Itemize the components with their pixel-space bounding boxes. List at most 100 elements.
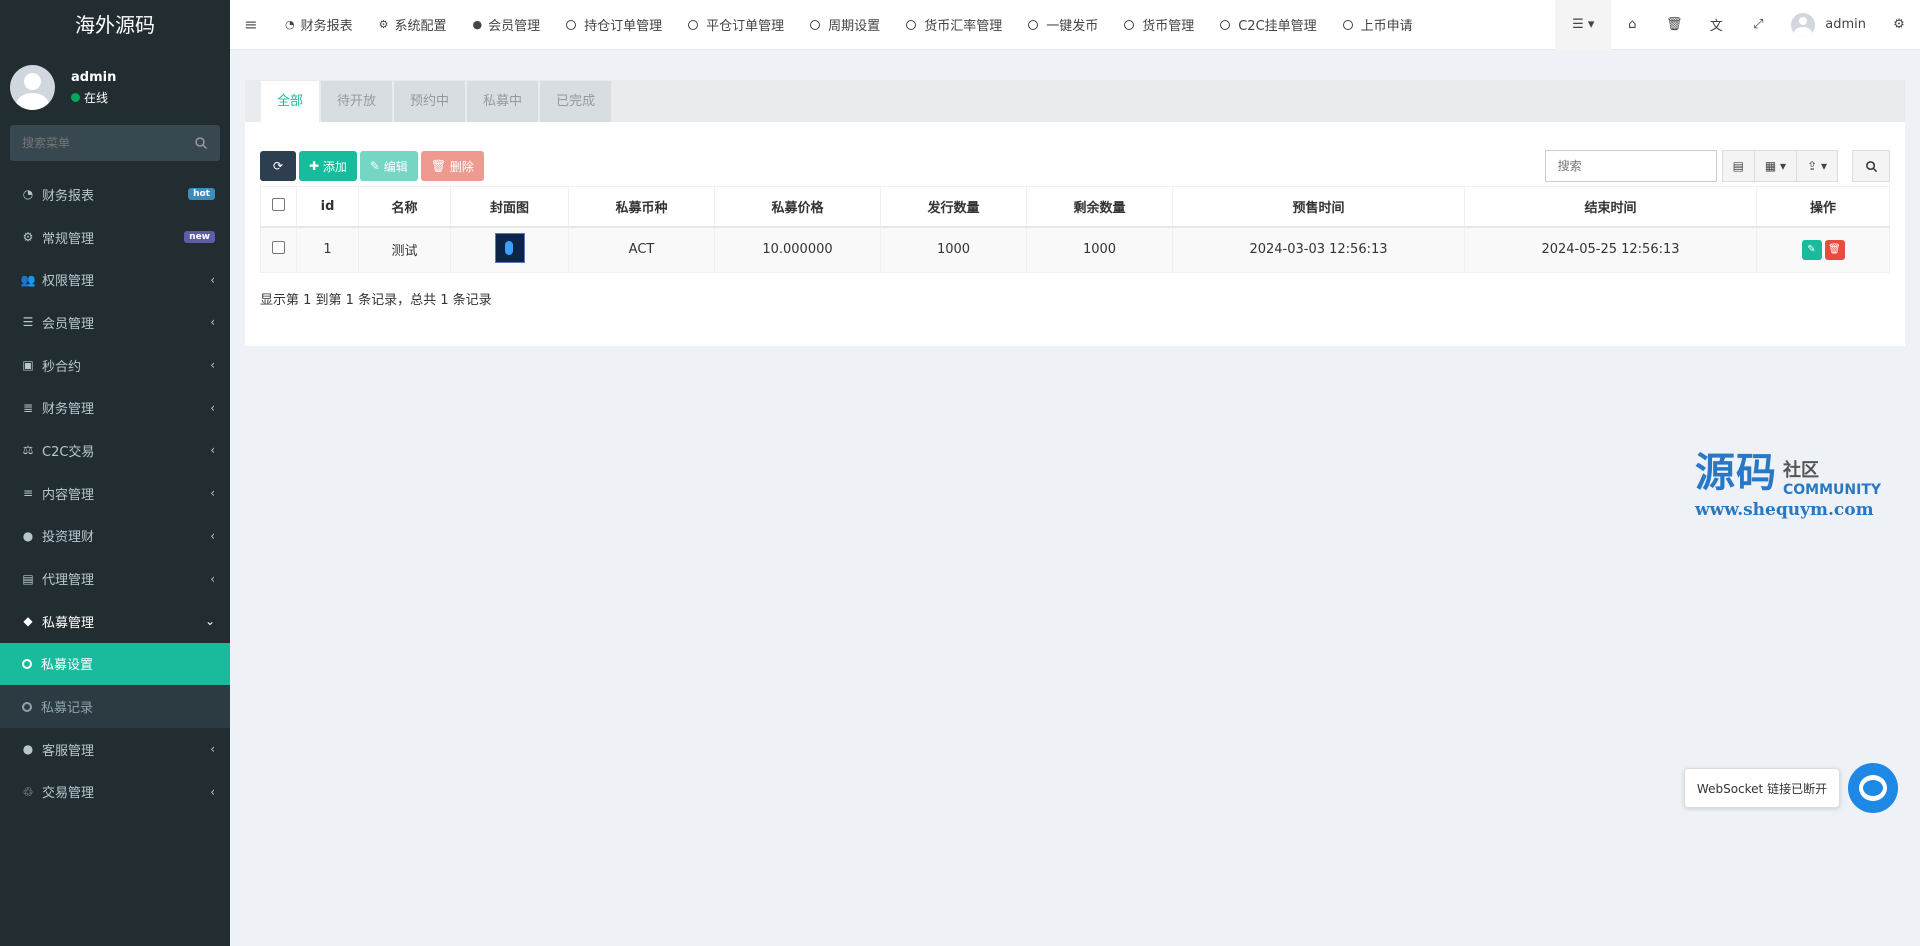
sidebar-item-trade[interactable]: ♲ 交易管理 ‹ <box>0 771 230 814</box>
topnav-open-orders[interactable]: 持仓订单管理 <box>553 0 675 50</box>
topnav-listing-apply[interactable]: 上币申请 <box>1330 0 1426 50</box>
tab-pending[interactable]: 待开放 <box>321 81 393 122</box>
sidebar: 海外源码 admin 在线 ◔ 财务报表 hot ⚙ 常规管理 new 👥 权限… <box>0 0 230 946</box>
topnav-period[interactable]: 周期设置 <box>797 0 893 50</box>
col-cover[interactable]: 封面图 <box>450 186 569 228</box>
row-checkbox[interactable] <box>272 241 285 255</box>
watermark-logo: 源码 社区 COMMUNITY www.shequym.com <box>1695 440 1881 520</box>
trash-icon: 🗑 <box>1828 244 1841 256</box>
topnav-c2c-orders[interactable]: C2C挂单管理 <box>1207 0 1329 50</box>
topnav-currency[interactable]: 货币管理 <box>1111 0 1207 50</box>
trash-icon: 🗑 <box>430 159 447 173</box>
settings-icon[interactable]: ⚙ <box>1878 0 1920 50</box>
chevron-down-icon: ⌄ <box>204 614 215 629</box>
sidebar-item-finance-report[interactable]: ◔ 财务报表 hot <box>0 173 230 216</box>
top-right-tools: ☰ ▾ ⌂ 🗑 文 ⤢ admin ⚙ <box>1555 0 1920 50</box>
col-coin[interactable]: 私募币种 <box>568 186 715 228</box>
dashboard-icon: ◔ <box>285 18 295 31</box>
avatar <box>10 65 55 110</box>
language-icon[interactable]: 文 <box>1695 0 1737 50</box>
chat-button[interactable] <box>1848 763 1898 813</box>
circle-icon <box>810 19 821 30</box>
sidebar-menu: ◔ 财务报表 hot ⚙ 常规管理 new 👥 权限管理 ‹ ☰ 会员管理 ‹ … <box>0 173 230 813</box>
edit-button[interactable]: ✎ 编辑 <box>359 151 418 181</box>
nav-dropdown-icon[interactable]: ☰ ▾ <box>1555 0 1612 50</box>
sidebar-item-agent[interactable]: ▤ 代理管理 ‹ <box>0 557 230 600</box>
sidebar-subitem-private-settings[interactable]: 私募设置 <box>0 642 230 686</box>
cell-operate: ✎ 🗑 <box>1756 226 1890 273</box>
topnav-issue-coin[interactable]: 一键发币 <box>1015 0 1111 50</box>
sidebar-item-general[interactable]: ⚙ 常规管理 new <box>0 216 230 259</box>
fullscreen-icon[interactable]: ⤢ <box>1737 0 1779 50</box>
toggle-view-button[interactable]: ▤ <box>1721 150 1755 182</box>
sidebar-item-content[interactable]: ≡ 内容管理 ‹ <box>0 472 230 515</box>
col-name[interactable]: 名称 <box>358 186 451 228</box>
col-id[interactable]: id <box>296 186 359 228</box>
topnav-finance-report[interactable]: ◔ 财务报表 <box>272 0 366 50</box>
sidebar-item-member[interactable]: ☰ 会员管理 ‹ <box>0 301 230 344</box>
tab-placing[interactable]: 私募中 <box>467 81 539 122</box>
sidebar-toggle-icon[interactable]: ≡ <box>230 0 272 50</box>
tab-completed[interactable]: 已完成 <box>540 81 612 122</box>
sidebar-search-input[interactable] <box>22 136 182 150</box>
trash-icon[interactable]: 🗑 <box>1653 0 1695 50</box>
brand-logo[interactable]: 海外源码 <box>0 0 230 50</box>
avatar <box>1791 12 1816 37</box>
col-presale-time[interactable]: 预售时间 <box>1172 186 1465 228</box>
watermark-en-text: COMMUNITY <box>1783 482 1882 498</box>
search-icon[interactable] <box>194 136 208 150</box>
topnav-system-config[interactable]: ⚙ 系统配置 <box>366 0 460 50</box>
plus-icon: ✚ <box>309 159 320 173</box>
sidebar-item-c2c[interactable]: ⚖ C2C交易 ‹ <box>0 429 230 472</box>
pencil-icon: ✎ <box>369 159 380 173</box>
cover-thumbnail[interactable] <box>494 232 525 263</box>
select-all-checkbox[interactable] <box>272 197 285 211</box>
align-left-icon: ≡ <box>22 486 34 501</box>
table-search-input[interactable] <box>1544 150 1717 182</box>
status-tabs: 全部 待开放 预约中 私募中 已完成 <box>245 80 1905 122</box>
sidebar-item-investment[interactable]: ● 投资理财 ‹ <box>0 515 230 558</box>
pencil-icon: ✎ <box>1807 244 1816 256</box>
col-price[interactable]: 私募价格 <box>714 186 881 228</box>
circle-icon <box>566 19 577 30</box>
chat-bubble-icon <box>1859 775 1887 801</box>
tab-all[interactable]: 全部 <box>261 81 320 122</box>
sidebar-item-customer-service[interactable]: ● 客服管理 ‹ <box>0 728 230 771</box>
watermark-url: www.shequym.com <box>1695 500 1874 520</box>
refresh-button[interactable]: ⟳ <box>260 151 296 181</box>
watermark-cn-text: 社区 <box>1783 460 1819 481</box>
compass-icon: ● <box>22 528 34 543</box>
sidebar-item-finance[interactable]: ≣ 财务管理 ‹ <box>0 386 230 429</box>
home-icon[interactable]: ⌂ <box>1611 0 1653 50</box>
col-issue[interactable]: 发行数量 <box>880 186 1027 228</box>
export-button[interactable]: ⇪ ▾ <box>1796 150 1838 182</box>
col-end-time[interactable]: 结束时间 <box>1464 186 1757 228</box>
topnav-member[interactable]: ● 会员管理 <box>460 0 554 50</box>
balance-scale-icon: ⚖ <box>22 443 34 458</box>
row-delete-button[interactable]: 🗑 <box>1824 239 1845 260</box>
sidebar-item-permission[interactable]: 👥 权限管理 ‹ <box>0 258 230 301</box>
tab-reserving[interactable]: 预约中 <box>394 81 466 122</box>
col-remain[interactable]: 剩余数量 <box>1026 186 1173 228</box>
sidebar-item-private-placement[interactable]: ◆ 私募管理 ⌄ <box>0 600 230 643</box>
search-button[interactable] <box>1852 150 1890 182</box>
columns-button[interactable]: ▦ ▾ <box>1753 150 1798 182</box>
list-icon: ☰ <box>22 315 34 330</box>
top-navbar: ≡ ◔ 财务报表 ⚙ 系统配置 ● 会员管理 持仓订单管理 平仓订单管理 周期设置 货… <box>230 0 1920 50</box>
top-user-menu[interactable]: admin <box>1779 0 1878 50</box>
add-button[interactable]: ✚ 添加 <box>299 151 357 181</box>
row-edit-button[interactable]: ✎ <box>1801 239 1822 260</box>
delete-button[interactable]: 🗑 删除 <box>420 151 484 181</box>
topnav-exchange-rate[interactable]: 货币汇率管理 <box>893 0 1015 50</box>
sidebar-subitem-private-records[interactable]: 私募记录 <box>0 685 230 728</box>
col-operate: 操作 <box>1756 186 1890 228</box>
chevron-left-icon: ‹ <box>210 784 215 799</box>
chevron-left-icon: ‹ <box>210 443 215 458</box>
pagination-info: 显示第 1 到第 1 条记录，总共 1 条记录 <box>260 293 492 308</box>
table-row[interactable]: 1 测试 ACT 10.000000 1000 1000 2024-03-03 … <box>260 226 1890 273</box>
topnav-closed-orders[interactable]: 平仓订单管理 <box>675 0 797 50</box>
sidebar-item-second-contract[interactable]: ▣ 秒合约 ‹ <box>0 344 230 387</box>
diamond-icon: ◆ <box>23 614 33 629</box>
chevron-left-icon: ‹ <box>210 528 215 543</box>
list-view-icon: ▤ <box>1732 159 1744 173</box>
